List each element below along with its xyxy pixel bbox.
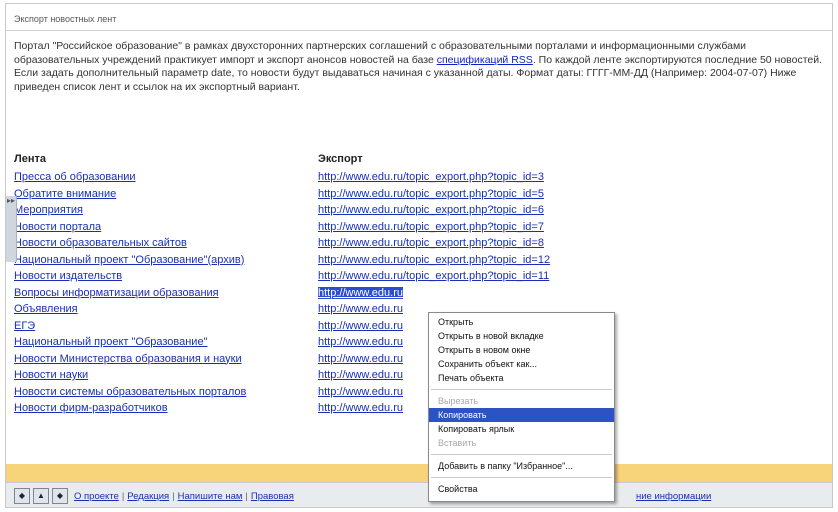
up-arrow-icon[interactable]: ▲ — [33, 488, 49, 504]
export-link[interactable]: http://www.edu.ru/topic_export.php?topic… — [318, 270, 549, 282]
feed-row: Новости издательств — [14, 268, 324, 285]
export-row: http://www.edu.ru/topic_export.php?topic… — [318, 186, 628, 203]
export-link[interactable]: http://www.edu.ru/topic_export.php?topic… — [318, 221, 544, 233]
export-link[interactable]: http://www.edu.ru/topic_export.php?topic… — [318, 171, 544, 183]
feed-link[interactable]: Национальный проект "Образование"(архив) — [14, 254, 244, 266]
context-menu-item: Вырезать — [438, 396, 479, 406]
footer-bar: ◆ ▲ ◆ О проекте | Редакция | Напишите нам | Пр… — [6, 482, 832, 507]
feed-row: Обратите внимание — [14, 186, 324, 203]
feed-link[interactable]: Новости системы образовательных порталов — [14, 386, 246, 398]
context-menu-item: Вставить — [438, 438, 477, 448]
footer-separator: | — [172, 491, 175, 502]
column-header-export: Экспорт — [318, 153, 363, 165]
intro-paragraph: Портал "Российское образование" в рамках… — [14, 40, 832, 94]
feed-link[interactable]: Вопросы информатизации образования — [14, 287, 219, 299]
footer-link[interactable]: Правовая — [251, 491, 294, 502]
feed-row: Вопросы информатизации образования — [14, 285, 324, 302]
export-row: http://www.edu.ru/topic_export.php?topic… — [318, 235, 628, 252]
feed-link[interactable]: Национальный проект "Образование" — [14, 336, 207, 348]
export-link[interactable]: http://www.edu.ru — [318, 369, 403, 381]
page-title: Экспорт новостных лент — [14, 14, 117, 24]
footer-separator: | — [121, 491, 125, 502]
export-row: http://www.edu.ru/topic_export.php?topic… — [318, 202, 628, 219]
feed-link[interactable]: Новости образовательных сайтов — [14, 237, 187, 249]
feed-link[interactable]: Обратите внимание — [14, 188, 116, 200]
feed-list: Пресса об образовании Обратите внимание Ме… — [14, 169, 324, 417]
page-frame: Экспорт новостных лент Портал "Российско… — [5, 3, 833, 508]
feed-row: ЕГЭ — [14, 318, 324, 335]
feed-row: Новости системы образовательных порталов — [14, 384, 324, 401]
side-panel-handle[interactable]: ▸▸ — [6, 196, 17, 262]
export-link[interactable]: http://www.edu.ru — [318, 353, 403, 365]
feed-row: Пресса об образовании — [14, 169, 324, 186]
feed-link[interactable]: Новости Министерства образования и науки — [14, 353, 242, 365]
export-row: http://www.edu.ru — [318, 285, 628, 302]
footer-nav-buttons: ◆ ▲ ◆ — [14, 488, 68, 504]
footer-link[interactable]: Напишите нам — [178, 491, 243, 502]
context-menu-item[interactable]: Печать объекта — [429, 371, 614, 385]
context-menu-separator — [431, 477, 612, 478]
feed-link[interactable]: ЕГЭ — [14, 320, 35, 332]
feed-row: Новости науки — [14, 367, 324, 384]
feed-row: Новости Министерства образования и науки — [14, 351, 324, 368]
feed-link[interactable]: Объявления — [14, 303, 78, 315]
diamond-icon[interactable]: ◆ — [52, 488, 68, 504]
footer-info-link[interactable]: ние информации — [636, 491, 711, 502]
feed-link[interactable]: Новости фирм-разработчиков — [14, 402, 168, 414]
context-menu-item[interactable]: Копировать — [429, 408, 614, 422]
feed-row: Мероприятия — [14, 202, 324, 219]
column-header-feed: Лента — [14, 153, 46, 165]
export-link[interactable]: http://www.edu.ru/topic_export.php?topic… — [318, 204, 544, 216]
header-divider — [6, 30, 832, 31]
footer-band — [6, 464, 832, 482]
context-menu-item[interactable]: Добавить в папку "Избранное"... — [429, 459, 614, 473]
export-link[interactable]: http://www.edu.ru/topic_export.php?topic… — [318, 254, 550, 266]
feed-row: Национальный проект "Образование" — [14, 334, 324, 351]
feed-link[interactable]: Мероприятия — [14, 204, 83, 216]
context-menu-item[interactable]: Свойства — [429, 482, 614, 496]
export-link[interactable]: http://www.edu.ru/topic_export.php?topic… — [318, 237, 544, 249]
feed-link[interactable]: Пресса об образовании — [14, 171, 136, 183]
export-link[interactable]: http://www.edu.ru — [318, 386, 403, 398]
rss-spec-link[interactable]: спецификаций RSS — [437, 54, 533, 66]
footer-links: О проекте | Редакция | Напишите нам | Правовая — [74, 491, 294, 502]
context-menu-item[interactable]: Копировать ярлык — [429, 422, 614, 436]
export-row: http://www.edu.ru/topic_export.php?topic… — [318, 219, 628, 236]
footer-link[interactable]: Редакция — [127, 491, 169, 502]
feed-link[interactable]: Новости науки — [14, 369, 88, 381]
context-menu: Открыть Открыть в новой вкладке Открыть в … — [428, 312, 615, 502]
export-row: http://www.edu.ru/topic_export.php?topic… — [318, 268, 628, 285]
diamond-icon[interactable]: ◆ — [14, 488, 30, 504]
feed-link[interactable]: Новости издательств — [14, 270, 122, 282]
feed-row: Объявления — [14, 301, 324, 318]
footer-separator: | — [245, 491, 248, 502]
footer-right-link-wrap: ние информации — [636, 491, 711, 502]
footer-link[interactable]: О проекте — [74, 491, 119, 502]
context-menu-item[interactable]: Сохранить объект как... — [429, 357, 614, 371]
feed-row: Новости образовательных сайтов — [14, 235, 324, 252]
feed-row: Национальный проект "Образование"(архив) — [14, 252, 324, 269]
export-row: http://www.edu.ru/topic_export.php?topic… — [318, 169, 628, 186]
context-menu-item[interactable]: Открыть в новом окне — [429, 343, 614, 357]
context-menu-item[interactable]: Открыть — [429, 315, 614, 329]
context-menu-separator — [431, 389, 612, 390]
export-link[interactable]: http://www.edu.ru — [318, 336, 403, 348]
context-menu-item[interactable]: Открыть в новой вкладке — [429, 329, 614, 343]
export-row: http://www.edu.ru/topic_export.php?topic… — [318, 252, 628, 269]
export-link[interactable]: http://www.edu.ru — [318, 402, 403, 414]
export-link[interactable]: http://www.edu.ru — [318, 286, 403, 299]
export-link[interactable]: http://www.edu.ru — [318, 320, 403, 332]
context-menu-separator — [431, 454, 612, 455]
export-link[interactable]: http://www.edu.ru/topic_export.php?topic… — [318, 188, 544, 200]
feed-link[interactable]: Новости портала — [14, 221, 101, 233]
feed-row: Новости портала — [14, 219, 324, 236]
grip-icon: ▸▸ — [7, 196, 16, 205]
export-link[interactable]: http://www.edu.ru — [318, 303, 403, 315]
feed-row: Новости фирм-разработчиков — [14, 400, 324, 417]
